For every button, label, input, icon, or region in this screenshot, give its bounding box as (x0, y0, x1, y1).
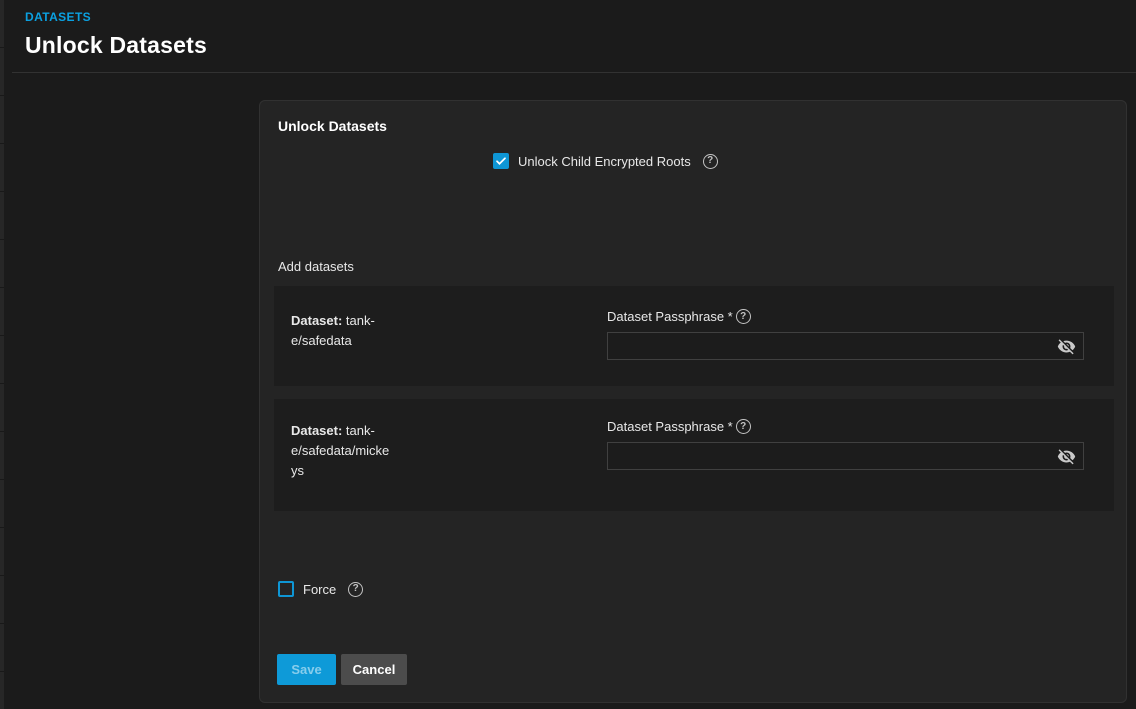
unlock-child-label: Unlock Child Encrypted Roots (518, 154, 691, 169)
dataset-name: Dataset: tank-e/safedata/mickeys (291, 421, 395, 481)
passphrase-label: Dataset Passphrase * (607, 309, 733, 324)
action-buttons: Save Cancel (277, 654, 407, 685)
header-divider (12, 72, 1136, 73)
check-icon (495, 155, 507, 167)
visibility-off-icon (1057, 447, 1076, 466)
passphrase-field: Dataset Passphrase * ? (607, 419, 1084, 470)
cancel-button[interactable]: Cancel (341, 654, 407, 685)
dataset-row: Dataset: tank-e/safedata Dataset Passphr… (274, 286, 1114, 386)
dataset-name: Dataset: tank-e/safedata (291, 311, 395, 351)
dataset-row: Dataset: tank-e/safedata/mickeys Dataset… (274, 399, 1114, 511)
force-label: Force (303, 582, 336, 597)
page-title: Unlock Datasets (25, 32, 207, 59)
breadcrumb-datasets[interactable]: DATASETS (25, 10, 91, 24)
visibility-off-icon (1057, 337, 1076, 356)
dataset-name-prefix: Dataset: (291, 423, 342, 438)
passphrase-label: Dataset Passphrase * (607, 419, 733, 434)
help-icon[interactable]: ? (348, 582, 363, 597)
toggle-visibility-button[interactable] (1054, 445, 1078, 467)
passphrase-input[interactable] (608, 333, 1083, 359)
add-datasets-label: Add datasets (278, 259, 354, 274)
help-icon[interactable]: ? (736, 419, 751, 434)
page-header: DATASETS Unlock Datasets (25, 8, 207, 59)
force-row: Force ? (278, 581, 363, 597)
card-title: Unlock Datasets (278, 118, 387, 134)
help-icon[interactable]: ? (736, 309, 751, 324)
save-button[interactable]: Save (277, 654, 336, 685)
toggle-visibility-button[interactable] (1054, 335, 1078, 357)
dataset-name-prefix: Dataset: (291, 313, 342, 328)
sidebar-edge (0, 0, 4, 709)
unlock-child-checkbox[interactable] (493, 153, 509, 169)
force-checkbox[interactable] (278, 581, 294, 597)
unlock-datasets-card: Unlock Datasets Unlock Child Encrypted R… (259, 100, 1127, 703)
passphrase-input[interactable] (608, 443, 1083, 469)
unlock-child-row: Unlock Child Encrypted Roots ? (493, 153, 718, 169)
help-icon[interactable]: ? (703, 154, 718, 169)
passphrase-field: Dataset Passphrase * ? (607, 309, 1084, 360)
